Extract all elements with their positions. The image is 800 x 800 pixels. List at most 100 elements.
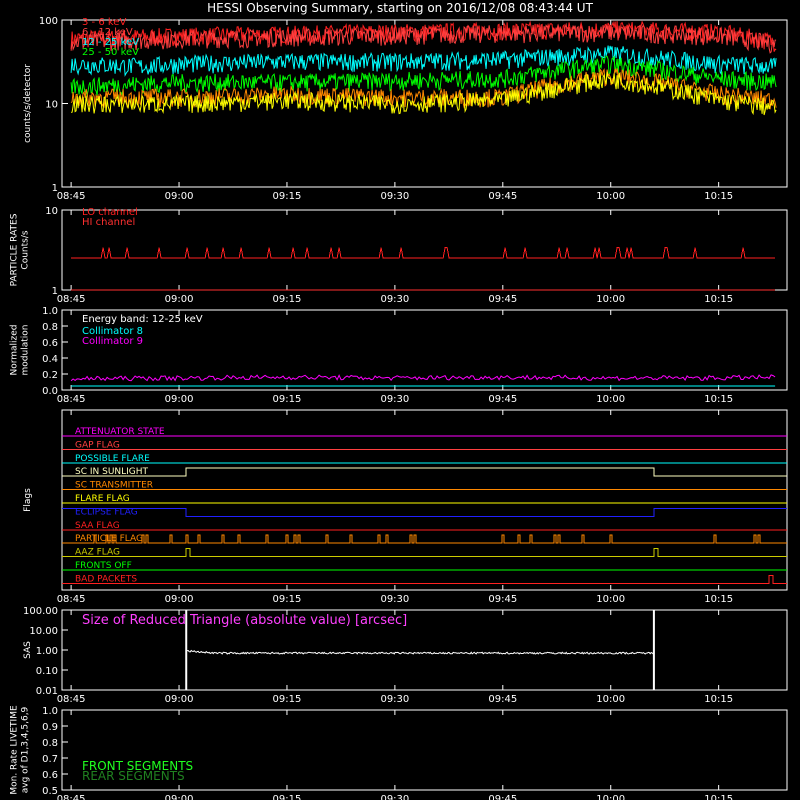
x-tick-label: 09:30 [380,694,409,705]
x-tick-label: 09:45 [488,294,517,305]
x-tick-label: 10:15 [704,794,733,800]
y-tick-label: 0.01 [36,686,58,697]
x-tick-label: 09:45 [488,191,517,202]
y-axis-label: SAS [23,641,33,659]
flag-label: ECLIPSE FLAG [75,507,138,517]
panel-frame [61,209,788,291]
x-tick-label: 09:30 [380,594,409,605]
flag-line [62,507,787,517]
legend-entry: HI channel [82,217,135,228]
y-tick-label: 0.0 [42,386,58,397]
x-tick-label: 09:30 [380,191,409,202]
flag-line [62,548,787,558]
y-tick-label: 1.0 [42,306,58,317]
x-tick-label: 10:15 [704,294,733,305]
x-tick-label: 10:15 [704,694,733,705]
y-tick-label: 0.6 [42,770,58,781]
x-tick-label: 09:15 [273,694,302,705]
x-tick-label: 09:00 [165,394,194,405]
panel-sas: 08:45 09:00 09:15 09:30 09:45 10:00 10:15 0.01 0… [23,606,788,705]
x-tick-label: 10:00 [596,394,625,405]
x-tick-label: 08:45 [57,394,86,405]
flag-line [62,574,787,584]
panel-annotation: Energy band: 12-25 keV [82,314,203,325]
x-tick-label: 10:00 [596,594,625,605]
chart-title: HESSI Observing Summary, starting on 201… [207,1,593,15]
y-tick-label: 0.2 [42,370,58,381]
x-tick-label: 09:45 [488,594,517,605]
y-axis-label: Normalized [10,324,20,375]
x-tick-label: 09:45 [488,694,517,705]
x-tick-label: 08:45 [57,191,86,202]
y-axis-label: Mon. Rate LIVETIME [10,705,20,795]
y-tick-label: 0.10 [36,666,58,677]
legend-entry: Collimator 9 [82,336,143,347]
legend-entry: REAR SEGMENTS [82,769,185,783]
x-tick-label: 09:00 [165,594,194,605]
x-tick-label: 09:00 [165,794,194,800]
series-line [71,247,776,259]
x-tick-label: 09:15 [273,394,302,405]
x-tick-label: 10:15 [704,394,733,405]
y-axis-label: PARTICLE RATES [10,213,20,286]
y-tick-label: 0.9 [42,722,58,733]
x-tick-label: 10:00 [596,694,625,705]
y-tick-label: 1.00 [36,646,58,657]
y-axis-label: counts/s/detector [23,64,33,143]
y-tick-label: 10 [45,100,58,111]
x-tick-label: 10:15 [704,191,733,202]
x-tick-label: 09:00 [165,294,194,305]
y-tick-label: 0.5 [42,786,58,797]
x-tick-label: 09:30 [380,294,409,305]
flag-line [62,534,787,544]
x-tick-label: 09:15 [273,794,302,800]
x-tick-label: 09:30 [380,794,409,800]
x-tick-label: 09:15 [273,191,302,202]
panel-livetime: 08:45 09:00 09:15 09:30 09:45 10:00 10:15 0.5 0.… [10,705,788,800]
series-line [185,649,654,655]
x-tick-label: 08:45 [57,294,86,305]
x-tick-label: 10:00 [596,794,625,800]
x-tick-label: 08:45 [57,794,86,800]
y-tick-label: 1 [52,286,58,297]
x-tick-label: 10:00 [596,191,625,202]
panel-annotation: Size of Reduced Triangle (absolute value… [82,613,407,628]
y-tick-label: 100 [39,16,58,27]
y-tick-label: 10 [45,206,58,217]
y-tick-label: 1.0 [42,706,58,717]
x-tick-label: 09:00 [165,694,194,705]
x-tick-label: 09:45 [488,394,517,405]
y-tick-label: 0.8 [42,738,58,749]
x-tick-label: 08:45 [57,594,86,605]
y-tick-label: 10.00 [29,626,58,637]
y-axis-label: Counts/s [21,230,31,269]
panel-lightcurves: 08:45 09:00 09:15 09:30 09:45 10:00 10:15 1 10 10… [23,16,788,202]
y-axis-label: modulation [21,325,31,376]
x-tick-label: 09:45 [488,794,517,800]
series-line [70,45,777,77]
series-line [70,374,776,382]
panel-modulation: 08:45 09:00 09:15 09:30 09:45 10:00 10:15 0.0 0.… [10,306,788,405]
y-axis-label: Flags [23,488,33,512]
legend-entry: 25 - 50 keV [82,47,139,58]
x-tick-label: 08:45 [57,694,86,705]
x-tick-label: 09:15 [273,594,302,605]
y-tick-label: 0.8 [42,322,58,333]
hessi-summary-chart: HESSI Observing Summary, starting on 201… [10,1,788,800]
flag-line [62,467,787,477]
x-tick-label: 09:15 [273,294,302,305]
y-axis-label: avg of D1,3,4,5,6,9 [21,706,31,793]
x-tick-label: 10:15 [704,594,733,605]
x-tick-label: 09:00 [165,191,194,202]
panel-frame [61,409,788,591]
y-tick-label: 0.4 [42,354,58,365]
x-tick-label: 10:00 [596,294,625,305]
y-tick-label: 0.6 [42,338,58,349]
panel-flags: 08:45 09:00 09:15 09:30 09:45 10:00 10:15 Flags… [23,409,788,605]
y-tick-label: 1 [52,183,58,194]
panels: 08:45 09:00 09:15 09:30 09:45 10:00 10:1511010… [10,16,788,800]
x-tick-label: 09:30 [380,394,409,405]
y-tick-label: 100.00 [23,606,58,617]
y-tick-label: 0.7 [42,754,58,765]
panel-particle: 08:45 09:00 09:15 09:30 09:45 10:00 10:15 1 10 PA… [10,206,788,305]
